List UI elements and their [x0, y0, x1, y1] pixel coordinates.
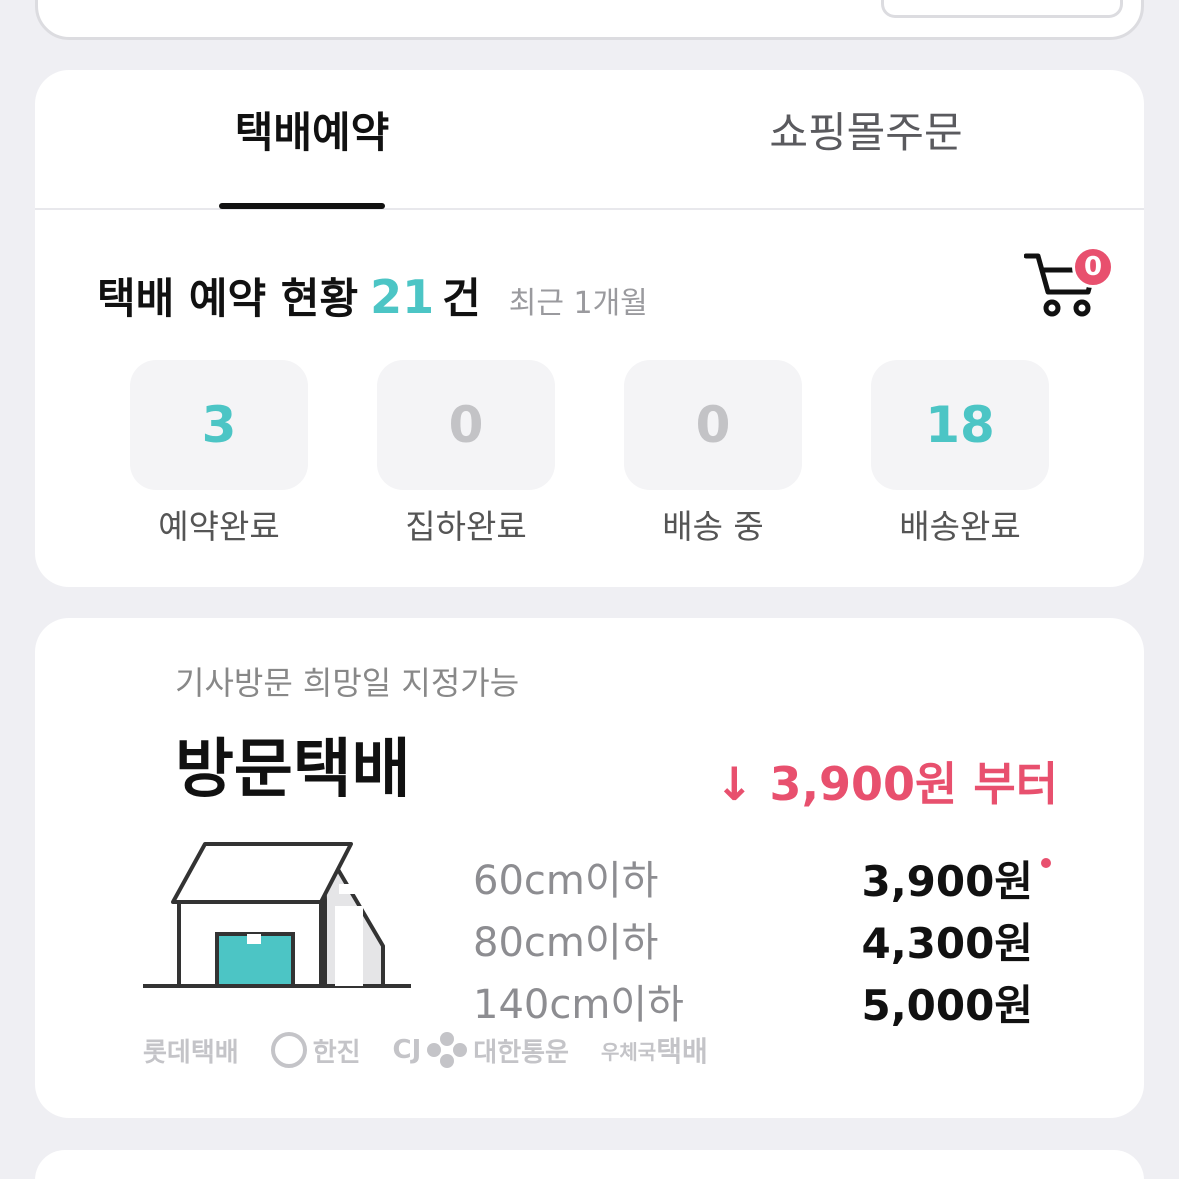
hanjin-text: 한진 — [312, 1037, 361, 1068]
stat-label: 배송완료 — [899, 507, 1021, 546]
stat-reserved[interactable]: 3 예약완료 — [130, 360, 308, 548]
rate-row: 140cm이하 5,000원 — [473, 972, 1073, 1034]
epost-parcel-text: 택배 — [656, 1035, 708, 1068]
stat-label: 예약완료 — [158, 507, 280, 546]
rate-row: 80cm이하 4,300원 — [473, 910, 1073, 972]
summary-title: 택배 예약 현황 — [97, 274, 359, 323]
tab-parcel-reservation[interactable]: 택배예약 — [35, 70, 589, 210]
tab-bar: 택배예약 쇼핑몰주문 — [35, 70, 1144, 210]
rate-table: 60cm이하 3,900원 80cm이하 4,300원 140cm이하 5,00… — [473, 848, 1073, 1034]
house-illustration — [143, 842, 411, 988]
next-card — [35, 1150, 1144, 1179]
summary-count: 21 — [370, 270, 435, 324]
active-tab-indicator — [219, 203, 385, 209]
cj-text: CJ — [392, 1035, 422, 1065]
rate-size: 60cm이하 — [473, 858, 659, 904]
rate-price: 4,300원 — [861, 919, 1034, 968]
visit-title: 방문택배 — [175, 733, 411, 807]
epost-text: 우체국 — [600, 1039, 657, 1064]
hanjin-logo: 한진 — [270, 1032, 361, 1069]
rate-size: 140cm이하 — [473, 982, 684, 1028]
rate-price: 3,900원 — [861, 857, 1034, 906]
tab-shopping-mall-order[interactable]: 쇼핑몰주문 — [589, 70, 1143, 210]
stat-value: 0 — [377, 360, 555, 490]
reservation-summary: 택배 예약 현황 21 건 최근 1개월 — [97, 265, 648, 326]
cart-badge: 0 — [1072, 246, 1114, 288]
rate-price: 5,000원 — [861, 981, 1034, 1030]
cj-daehan-text: 대한통운 — [473, 1037, 569, 1068]
highlight-dot — [1041, 858, 1051, 868]
visit-from-price: ↓ 3,900원 부터 — [715, 757, 1059, 811]
carrier-logos: 롯데택배 한진 CJ 대한통운 우체국 택배 — [143, 1030, 708, 1070]
summary-unit: 건 — [442, 274, 481, 323]
reservation-status-card: 택배예약 쇼핑몰주문 택배 예약 현황 21 건 최근 1개월 0 3 예약완료… — [35, 70, 1144, 587]
visit-subtitle: 기사방문 희망일 지정가능 — [175, 664, 520, 702]
cj-logo: CJ 대한통운 — [393, 1032, 569, 1069]
cj-logo-icon — [427, 1032, 468, 1068]
previous-card-button[interactable] — [881, 0, 1123, 18]
stat-in-delivery[interactable]: 0 배송 중 — [624, 360, 802, 548]
rate-size: 80cm이하 — [473, 920, 659, 966]
lotte-logo: 롯데택배 — [143, 1037, 239, 1068]
previous-card — [35, 0, 1144, 40]
stat-label: 배송 중 — [662, 507, 764, 546]
stat-delivered[interactable]: 18 배송완료 — [871, 360, 1049, 548]
epost-logo: 우체국 택배 — [601, 1030, 708, 1070]
summary-period: 최근 1개월 — [508, 286, 648, 321]
stat-label: 집하완료 — [405, 507, 527, 546]
stat-value: 3 — [130, 360, 308, 490]
visit-parcel-card[interactable]: 기사방문 희망일 지정가능 방문택배 ↓ 3,900원 부터 60cm이하 3,… — [35, 618, 1144, 1118]
hanjin-logo-icon — [270, 1032, 307, 1068]
stat-value: 18 — [871, 360, 1049, 490]
stat-picked-up[interactable]: 0 집하완료 — [377, 360, 555, 548]
stat-value: 0 — [624, 360, 802, 490]
rate-row: 60cm이하 3,900원 — [473, 848, 1073, 910]
